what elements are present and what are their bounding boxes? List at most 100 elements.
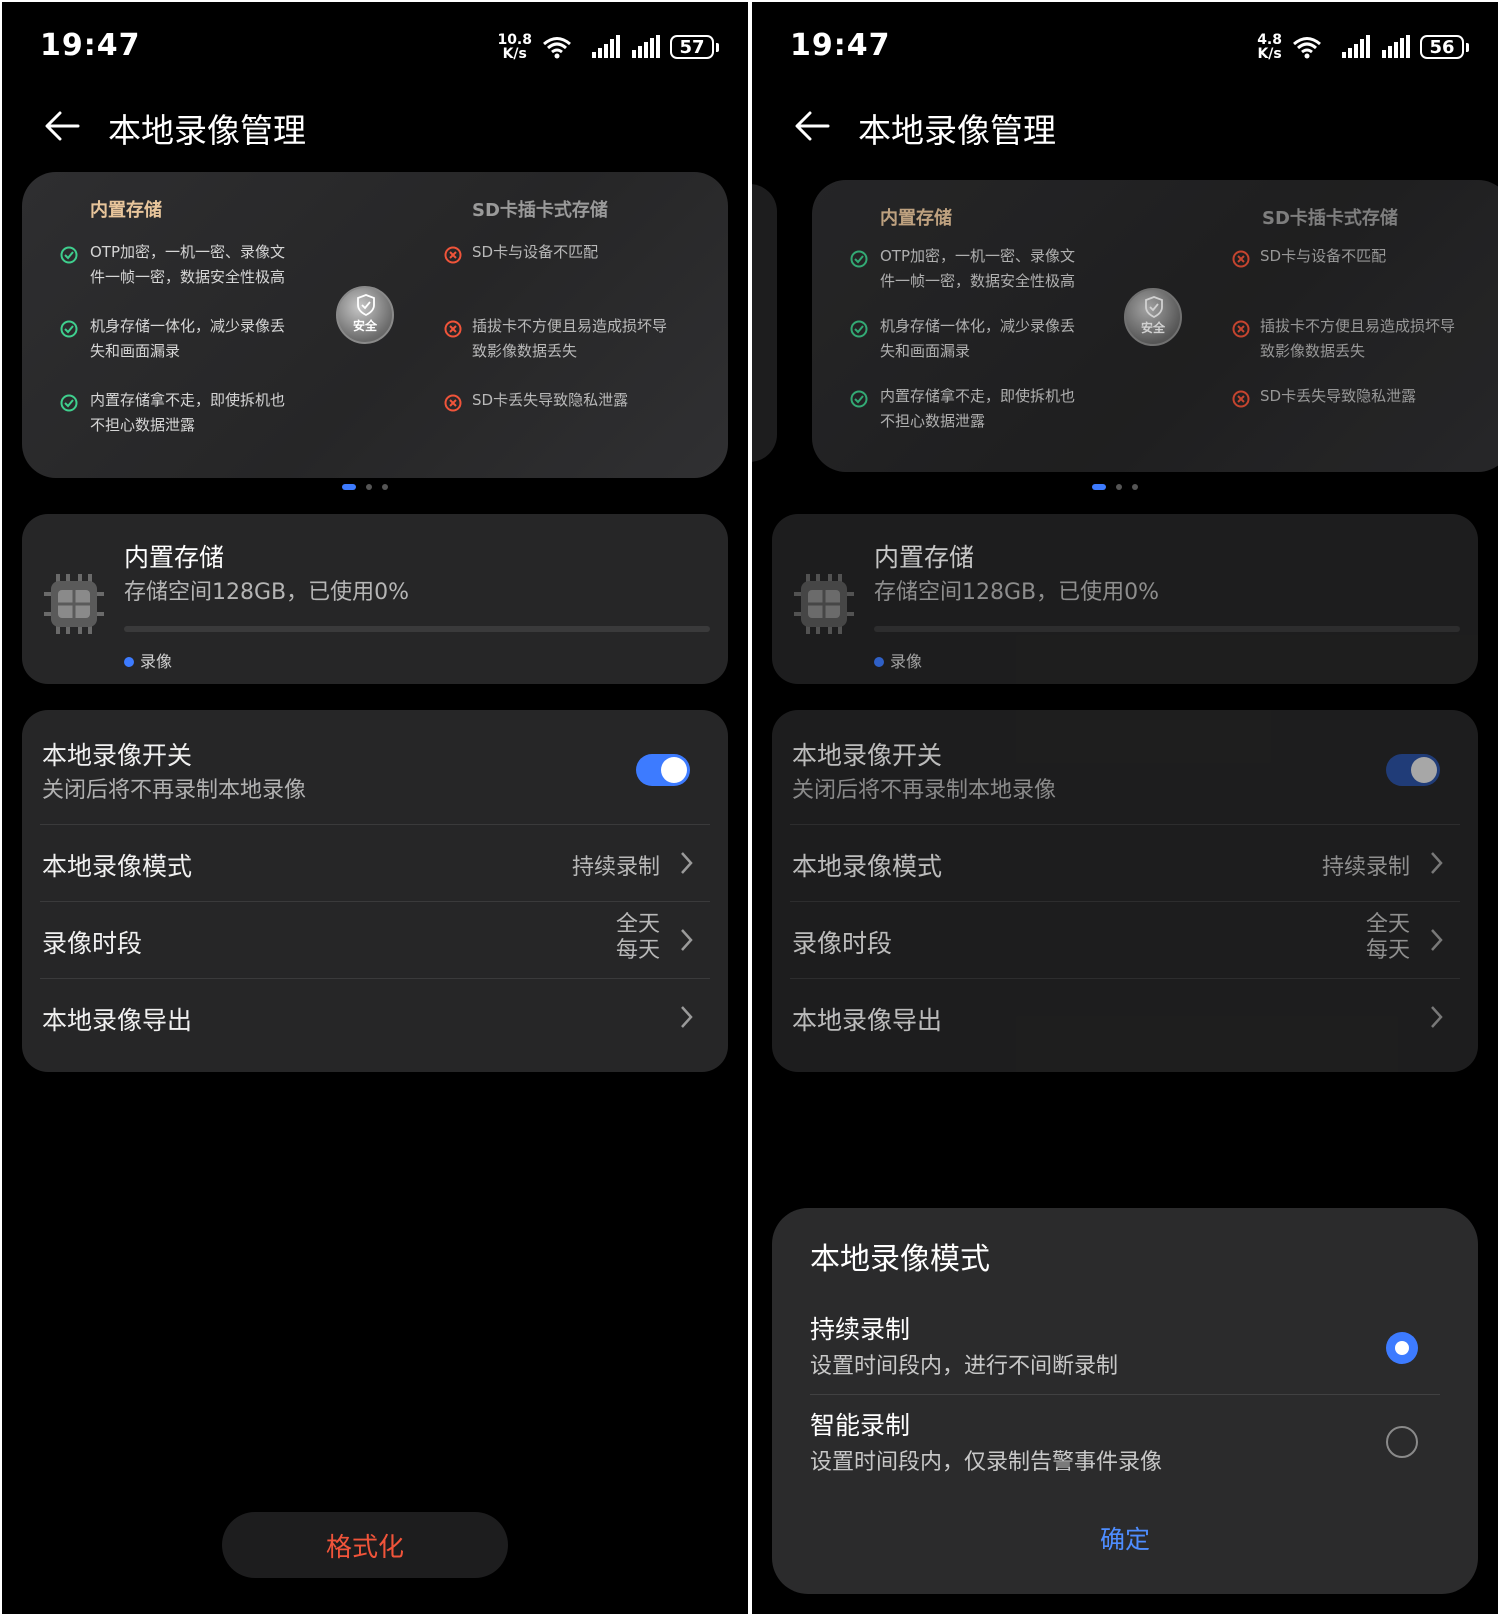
storage-card: 内置存储 存储空间128GB，已使用0% 录像	[22, 514, 728, 684]
carousel-dots[interactable]	[342, 484, 388, 490]
banner-left-item: OTP加密，一机一密、录像文件一帧一密，数据安全性极高	[880, 247, 1076, 290]
mode-value: 持续录制	[1321, 855, 1410, 880]
row-recording-period[interactable]: 录像时段 全天 每天	[22, 902, 728, 978]
switch-title: 本地录像开关	[42, 741, 193, 770]
banner-left-item: OTP加密，一机一密、录像文件一帧一密，数据安全性极高	[90, 243, 286, 286]
row-recording-export[interactable]: 本地录像导出	[22, 979, 728, 1059]
option-subtitle: 设置时间段内，仅录制告警事件录像	[810, 1450, 1163, 1475]
banner-left-item: 内置存储拿不走，即使拆机也不担心数据泄露	[90, 391, 286, 434]
row-recording-mode[interactable]: 本地录像模式 持续录制	[22, 825, 728, 901]
legend-dot	[874, 657, 884, 667]
radio-smart[interactable]	[1386, 1426, 1418, 1458]
banner-left-title: 内置存储	[90, 200, 162, 221]
signal-icon-1	[592, 35, 620, 58]
chevron-right-icon	[681, 852, 693, 874]
banner-right-item: SD卡与设备不匹配	[472, 243, 599, 261]
switch-subtitle: 关闭后将不再录制本地录像	[792, 778, 1057, 803]
mode-title: 本地录像模式	[42, 852, 193, 881]
chevron-right-icon	[1431, 852, 1443, 874]
storage-progress-bar	[874, 626, 1460, 632]
storage-progress-bar	[124, 626, 710, 632]
chevron-right-icon	[1431, 1006, 1443, 1028]
wifi-icon	[1293, 37, 1321, 59]
back-arrow-icon[interactable]	[792, 106, 832, 146]
sheet-title: 本地录像模式	[810, 1242, 990, 1277]
carousel-dot[interactable]	[366, 484, 372, 490]
storage-chip-icon	[44, 574, 104, 634]
option-continuous[interactable]: 持续录制 设置时间段内，进行不间断录制	[772, 1298, 1478, 1394]
row-recording-period[interactable]: 录像时段 全天 每天	[772, 902, 1478, 978]
option-subtitle: 设置时间段内，进行不间断录制	[810, 1354, 1119, 1379]
mode-value: 持续录制	[571, 855, 660, 880]
settings-card: 本地录像开关 关闭后将不再录制本地录像 本地录像模式 持续录制 录像时段 全天 …	[772, 710, 1478, 1072]
check-circle-icon	[850, 320, 868, 338]
x-circle-icon	[1232, 320, 1250, 338]
banner-right-item: 插拔卡不方便且易造成损坏导致影像数据丢失	[472, 317, 668, 360]
recording-toggle[interactable]	[636, 754, 690, 786]
row-recording-mode[interactable]: 本地录像模式 持续录制	[772, 825, 1478, 901]
option-smart[interactable]: 智能录制 设置时间段内，仅录制告警事件录像	[772, 1396, 1478, 1492]
banner-right-item: SD卡丢失导致隐私泄露	[472, 391, 629, 409]
carousel-dot[interactable]	[382, 484, 388, 490]
x-circle-icon	[444, 246, 462, 264]
shield-label: 安全	[1140, 321, 1165, 335]
storage-title: 内置存储	[874, 543, 975, 572]
x-circle-icon	[1232, 250, 1250, 268]
recording-toggle[interactable]	[1386, 754, 1440, 786]
banner-left-title: 内置存储	[880, 208, 952, 229]
switch-title: 本地录像开关	[792, 741, 943, 770]
confirm-button[interactable]: 确定	[772, 1520, 1478, 1556]
back-arrow-icon[interactable]	[42, 106, 82, 146]
check-circle-icon	[850, 250, 868, 268]
status-bar-icons: 4.8 K/s 56	[1257, 32, 1469, 62]
carousel-dot[interactable]	[342, 484, 356, 490]
banner-right-item: 插拔卡不方便且易造成损坏导致影像数据丢失	[1260, 317, 1456, 360]
comparison-banner[interactable]: 内置存储 SD卡插卡式存储 OTP加密，一机一密、录像文件一帧一密，数据安全性极…	[812, 180, 1498, 472]
storage-chip-icon	[794, 574, 854, 634]
x-circle-icon	[444, 394, 462, 412]
option-title: 持续录制	[810, 1315, 911, 1344]
page-title: 本地录像管理	[108, 111, 306, 150]
signal-icon-1	[1342, 35, 1370, 58]
net-speed: 10.8 K/s	[497, 32, 532, 62]
check-circle-icon	[60, 246, 78, 264]
chevron-right-icon	[681, 1006, 693, 1028]
comparison-banner[interactable]: 内置存储 SD卡插卡式存储 OTP加密，一机一密、录像文件一帧一密，数据安全性极…	[22, 172, 728, 478]
page-title: 本地录像管理	[858, 111, 1056, 150]
status-bar-icons: 10.8 K/s 57	[497, 32, 719, 62]
screen-right: 19:47 4.8 K/s 56 本地录像管理 内置存储 SD卡插卡式存储 OT…	[752, 2, 1498, 1614]
carousel-dots[interactable]	[1092, 484, 1138, 490]
signal-icon-2	[632, 35, 660, 58]
x-circle-icon	[1232, 390, 1250, 408]
period-title: 录像时段	[42, 929, 143, 958]
row-recording-switch[interactable]: 本地录像开关 关闭后将不再录制本地录像	[772, 710, 1478, 824]
storage-subtitle: 存储空间128GB，已使用0%	[874, 580, 1160, 605]
check-circle-icon	[60, 394, 78, 412]
shield-icon: 安全	[336, 286, 394, 344]
settings-card: 本地录像开关 关闭后将不再录制本地录像 本地录像模式 持续录制 录像时段 全天 …	[22, 710, 728, 1072]
carousel-dot[interactable]	[1132, 484, 1138, 490]
export-title: 本地录像导出	[792, 1006, 943, 1035]
divider	[810, 1394, 1440, 1395]
x-circle-icon	[444, 320, 462, 338]
storage-card: 内置存储 存储空间128GB，已使用0% 录像	[772, 514, 1478, 684]
export-title: 本地录像导出	[42, 1006, 193, 1035]
battery-icon: 57	[670, 35, 719, 59]
wifi-icon	[543, 37, 571, 59]
toggle-knob	[1411, 757, 1437, 783]
row-recording-switch[interactable]: 本地录像开关 关闭后将不再录制本地录像	[22, 710, 728, 824]
row-recording-export[interactable]: 本地录像导出	[772, 979, 1478, 1059]
check-circle-icon	[850, 390, 868, 408]
period-value: 全天 每天	[615, 912, 660, 963]
carousel-dot[interactable]	[1092, 484, 1106, 490]
banner-previous-peek	[752, 184, 777, 462]
radio-continuous[interactable]	[1386, 1332, 1418, 1364]
chevron-right-icon	[1431, 929, 1443, 951]
status-time: 19:47	[40, 28, 141, 63]
banner-right-item: SD卡与设备不匹配	[1260, 247, 1387, 265]
format-button[interactable]: 格式化	[222, 1512, 508, 1578]
carousel-dot[interactable]	[1116, 484, 1122, 490]
banner-left-item: 机身存储一体化，减少录像丢失和画面漏录	[880, 317, 1076, 360]
mode-title: 本地录像模式	[792, 852, 943, 881]
switch-subtitle: 关闭后将不再录制本地录像	[42, 778, 307, 803]
